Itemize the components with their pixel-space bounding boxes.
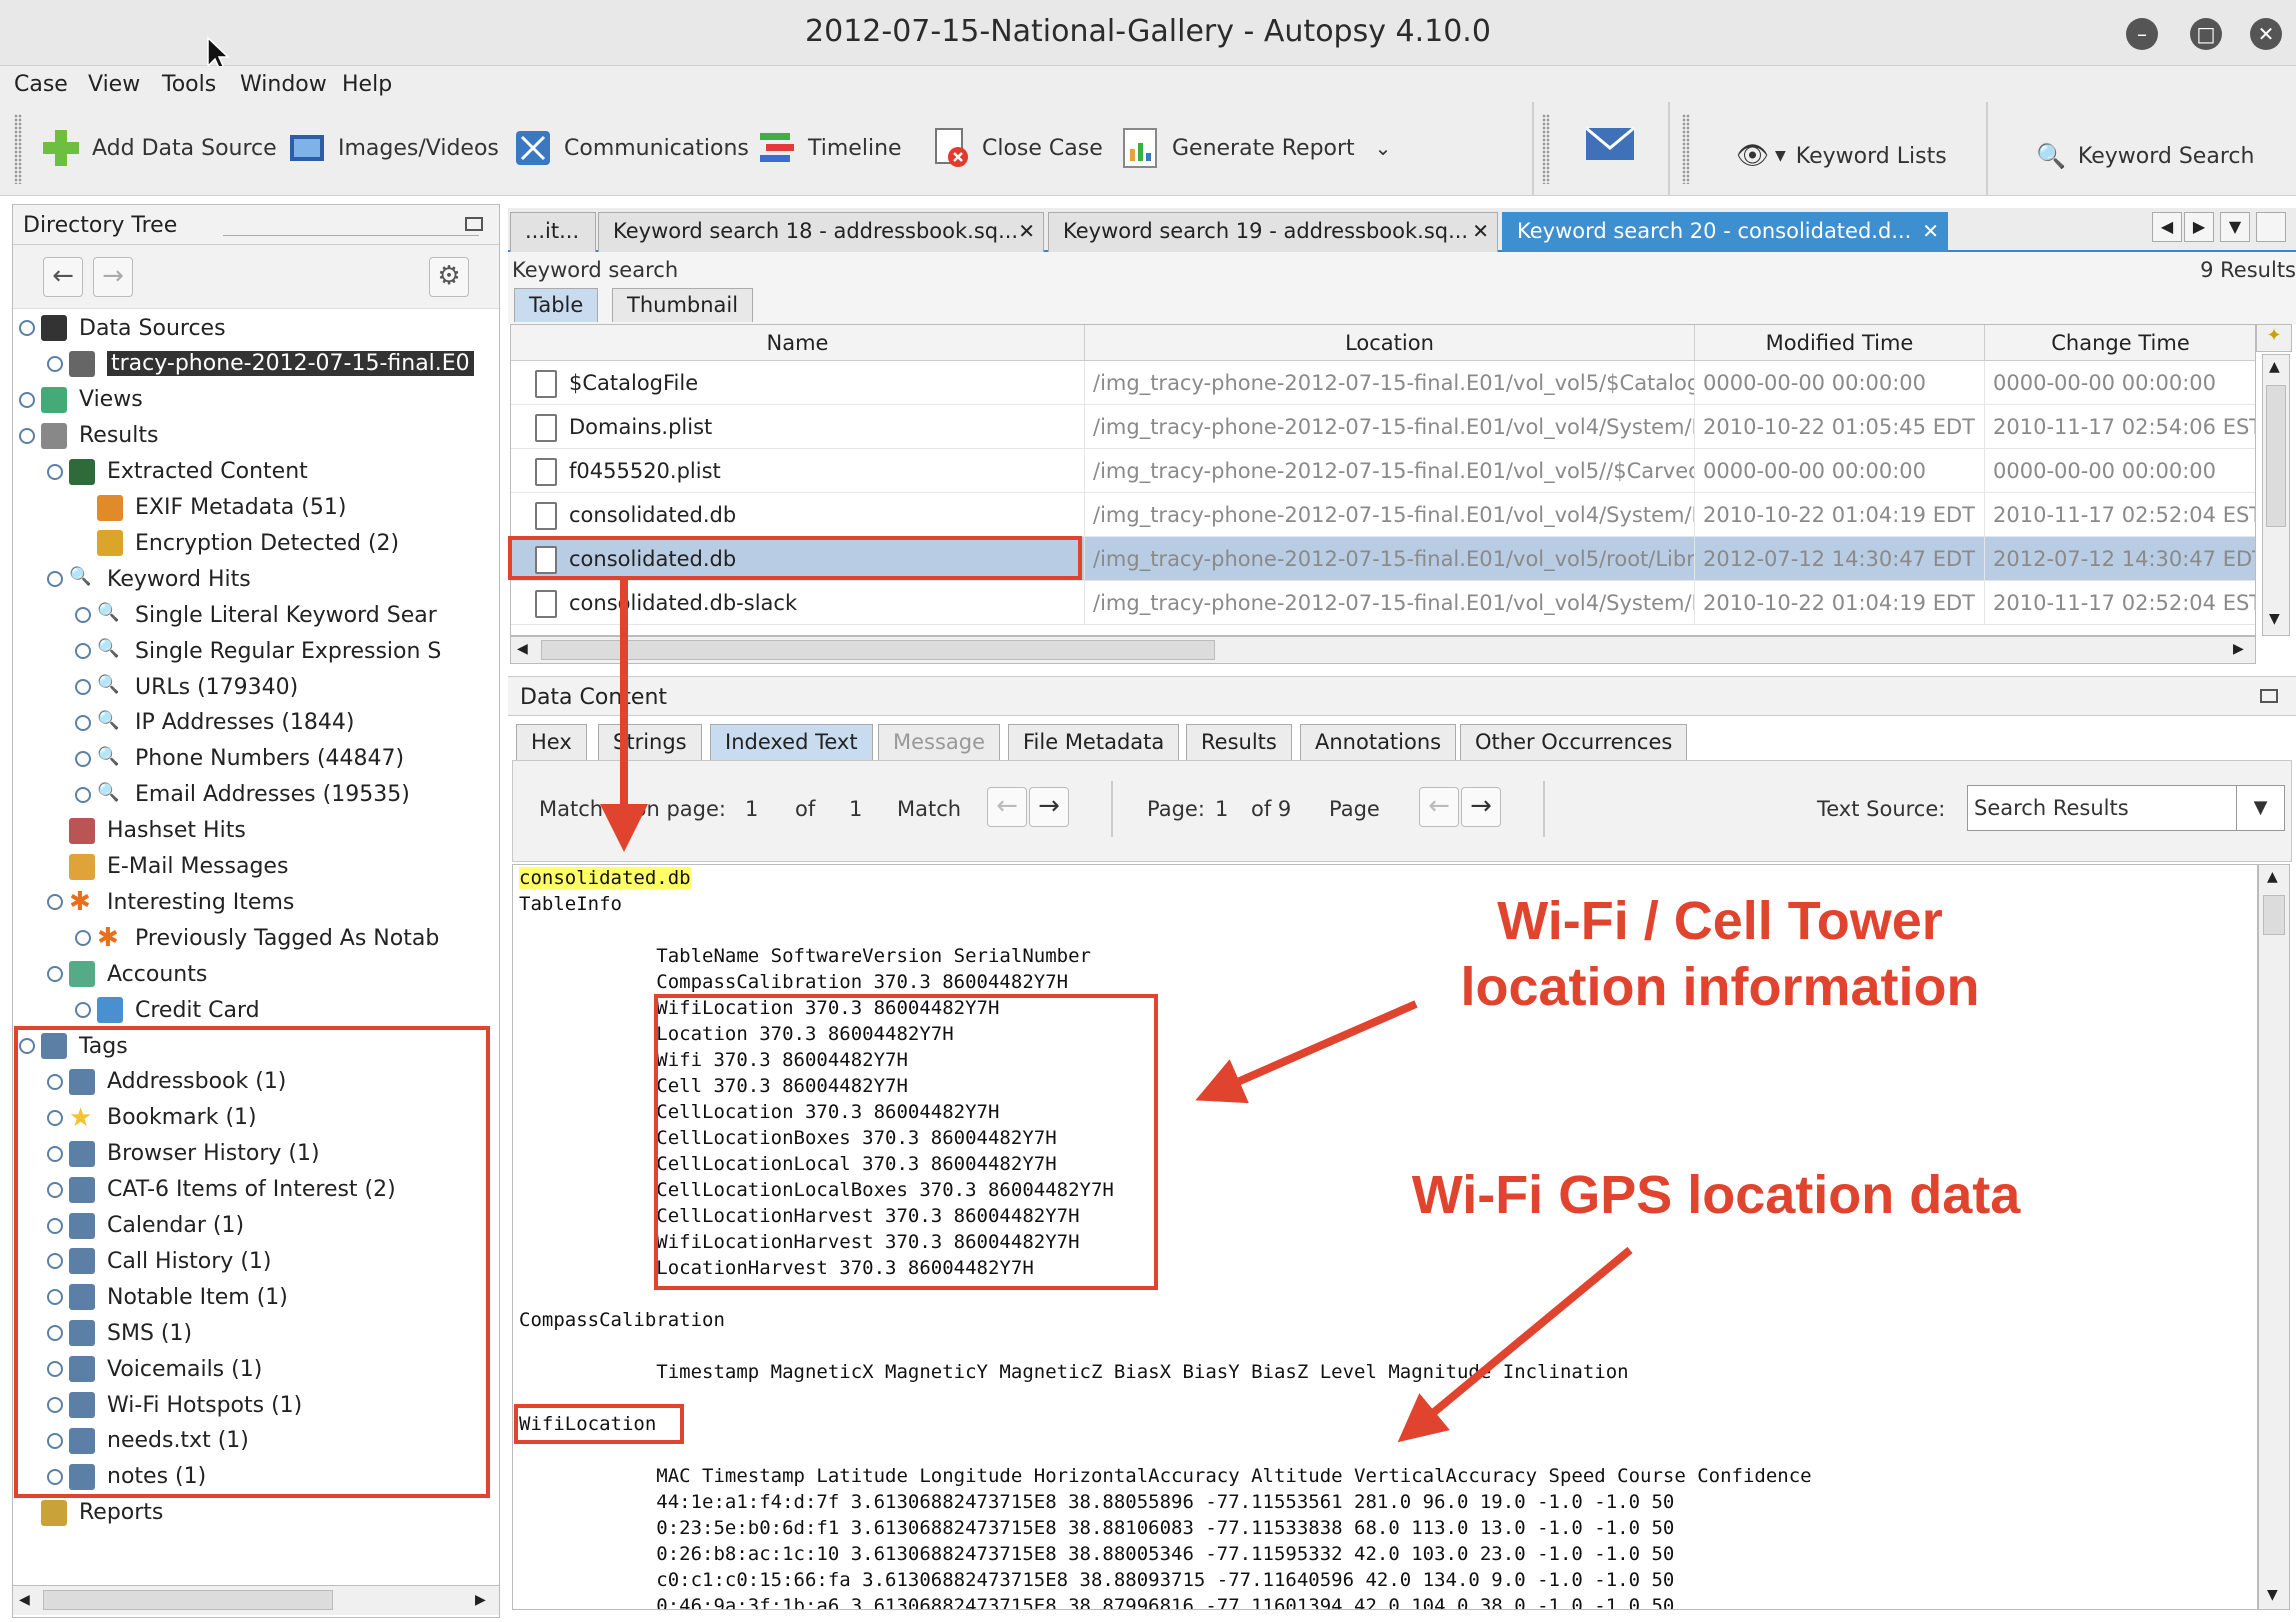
annotation-arrows bbox=[600, 580, 1633, 1443]
arrow-to-tableinfo bbox=[1195, 1000, 1418, 1104]
arrow-to-wifi-data bbox=[1397, 1246, 1633, 1443]
